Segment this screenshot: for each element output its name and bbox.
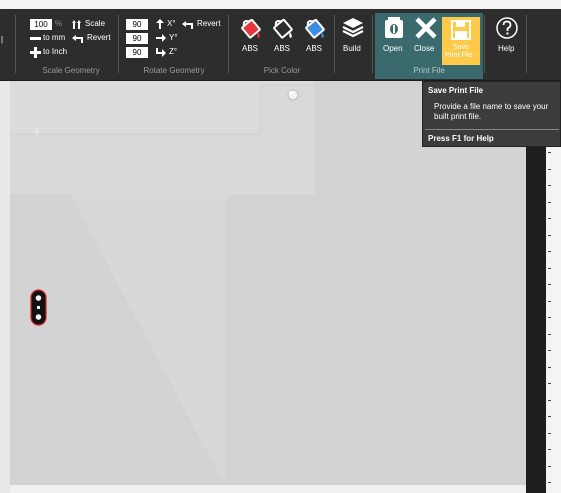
to-inch-button[interactable]: to Inch bbox=[30, 47, 75, 58]
part-geometry bbox=[30, 289, 47, 326]
minus-icon bbox=[30, 37, 41, 40]
ruler-tick bbox=[548, 169, 551, 170]
pick-color-white-abs-button[interactable]: ABS bbox=[268, 16, 298, 60]
arrow-turn-down-right-icon bbox=[156, 48, 166, 57]
ruler-tick bbox=[548, 317, 551, 318]
printed-part[interactable] bbox=[30, 289, 47, 326]
separator bbox=[334, 15, 335, 73]
open-label: Open bbox=[383, 44, 403, 53]
save-print-file-tooltip: Save Print File Provide a file name to s… bbox=[422, 81, 561, 147]
separator bbox=[372, 15, 373, 73]
percent-symbol: % bbox=[55, 19, 63, 28]
ruler-tick bbox=[548, 202, 551, 203]
ruler-tick bbox=[548, 400, 551, 401]
rotate-x-label: X° bbox=[167, 19, 176, 28]
ruler-tick bbox=[548, 152, 551, 153]
layers-icon bbox=[342, 18, 364, 38]
tooltip-help-hint: Press F1 for Help bbox=[428, 134, 494, 143]
paint-bucket-white-icon bbox=[273, 18, 293, 39]
to-mm-label: to mm bbox=[43, 33, 66, 42]
ruler-tick bbox=[548, 284, 551, 285]
ruler-tick bbox=[548, 482, 551, 483]
close-label: Close bbox=[414, 44, 435, 53]
help-label: Help bbox=[498, 44, 515, 53]
print-file-caption: Print File bbox=[413, 66, 445, 75]
plus-icon bbox=[30, 47, 41, 58]
to-inch-label: to Inch bbox=[43, 47, 68, 56]
separator bbox=[15, 15, 16, 73]
rotate-z-label: Z° bbox=[169, 47, 178, 56]
pick-color-red-label: ABS bbox=[242, 44, 259, 53]
build-label: Build bbox=[343, 44, 361, 53]
paint-bucket-red-icon bbox=[241, 18, 261, 39]
tooltip-body: Provide a file name to save your built p… bbox=[434, 102, 549, 121]
ribbon-toolbar: | % Scale to mm Revert to Inch Scale Geo… bbox=[0, 9, 561, 81]
to-mm-button[interactable]: to mm bbox=[30, 33, 70, 44]
ruler-tick bbox=[548, 218, 551, 219]
ruler-tick bbox=[548, 251, 551, 252]
ruler-tick bbox=[548, 416, 551, 417]
save-print-file-button[interactable]: Save Print File bbox=[442, 17, 480, 65]
window-top-edge bbox=[0, 0, 561, 9]
mount-hole bbox=[287, 89, 299, 101]
save-label-line2: Print File bbox=[445, 52, 473, 59]
ruler-tick bbox=[548, 466, 551, 467]
rotate-x-input[interactable] bbox=[126, 19, 148, 30]
ruler-tick bbox=[548, 334, 551, 335]
help-button[interactable]: Help bbox=[492, 16, 522, 60]
rotate-y-label: Y° bbox=[169, 33, 178, 42]
tooltip-title: Save Print File bbox=[428, 86, 484, 95]
rotate-revert-label: Revert bbox=[197, 19, 221, 28]
tooltip-divider bbox=[425, 129, 559, 130]
ruler-tick bbox=[548, 367, 551, 368]
rotate-y-input[interactable] bbox=[126, 33, 148, 44]
ruler-tick bbox=[548, 268, 551, 269]
ruler-tick bbox=[548, 350, 551, 351]
pick-color-caption: Pick Color bbox=[263, 66, 301, 75]
scale-revert-label: Revert bbox=[87, 33, 111, 42]
scale-label: Scale bbox=[85, 19, 106, 28]
pick-color-white-label: ABS bbox=[274, 44, 291, 53]
open-file-icon bbox=[385, 17, 403, 38]
ruler-tick bbox=[548, 449, 551, 450]
ruler-tick bbox=[548, 185, 551, 186]
ruler-tick bbox=[548, 235, 551, 236]
pick-color-red-abs-button[interactable]: ABS bbox=[236, 16, 266, 60]
separator bbox=[526, 15, 527, 73]
ruler-tick bbox=[548, 383, 551, 384]
ruler-tick bbox=[548, 301, 551, 302]
rotate-z-input[interactable] bbox=[126, 47, 148, 58]
question-circle-icon bbox=[496, 17, 518, 39]
separator bbox=[228, 15, 229, 73]
pick-color-blue-label: ABS bbox=[306, 44, 323, 53]
separator bbox=[118, 15, 119, 73]
ribbon-left-edge: | bbox=[1, 35, 4, 44]
scale-value-input[interactable] bbox=[30, 19, 52, 30]
close-button[interactable]: Close bbox=[410, 16, 440, 60]
ruler-tick bbox=[548, 433, 551, 434]
revert-arrow-icon bbox=[182, 21, 193, 29]
close-icon bbox=[415, 17, 437, 39]
build-button[interactable]: Build bbox=[338, 16, 368, 60]
paint-bucket-blue-icon bbox=[305, 18, 325, 39]
revert-arrow-icon bbox=[72, 35, 83, 43]
pick-color-blue-abs-button[interactable]: ABS bbox=[300, 16, 330, 60]
canvas-bottom-edge bbox=[10, 485, 526, 493]
arrow-right-icon bbox=[156, 34, 166, 42]
scale-geometry-caption: Scale Geometry bbox=[42, 66, 100, 75]
save-disk-icon bbox=[451, 20, 471, 40]
rotate-geometry-caption: Rotate Geometry bbox=[143, 66, 205, 75]
arrow-up-icon bbox=[156, 19, 164, 29]
separator bbox=[484, 15, 485, 73]
scale-arrows-icon bbox=[72, 20, 81, 29]
open-button[interactable]: Open bbox=[378, 16, 408, 60]
left-panel-strip bbox=[0, 81, 10, 493]
